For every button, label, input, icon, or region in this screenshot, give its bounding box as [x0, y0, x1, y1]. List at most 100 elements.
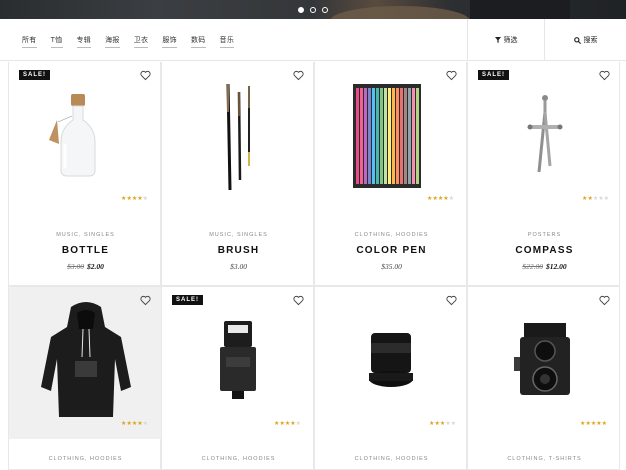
product-card[interactable]: SALE! ★★★★★ MUSIC, SINGLES BOTTLE $3.00 $… — [8, 62, 161, 286]
product-title[interactable]: COLOR PEN — [315, 245, 468, 256]
sale-badge: SALE! — [172, 295, 203, 305]
product-image[interactable] — [162, 287, 315, 439]
rating-stars: ★★★★★ — [580, 420, 607, 427]
tab-albums[interactable]: 专辑 — [70, 35, 99, 48]
filter-label: 筛选 — [503, 37, 518, 44]
tlr-camera-image — [514, 323, 570, 395]
slider-dots — [0, 0, 626, 19]
pencil-shape — [376, 88, 379, 184]
search-label: 搜索 — [583, 37, 598, 44]
product-image[interactable] — [315, 62, 468, 214]
heart-icon[interactable] — [140, 70, 151, 81]
slider-dot-2[interactable] — [310, 6, 316, 13]
slider-dot-3[interactable] — [322, 6, 328, 13]
rating-stars: ★★★★★ — [429, 420, 456, 427]
product-image[interactable] — [315, 287, 468, 439]
product-card[interactable]: SALE! ★★★★★ CLOTHING, HOODIES — [161, 286, 314, 470]
slider-dot-1[interactable] — [298, 6, 304, 13]
regular-price: $35.00 — [381, 262, 402, 271]
product-category[interactable]: CLOTHING, T-SHIRTS — [468, 456, 621, 462]
filter-bar: 所有 T恤 专辑 海报 卫衣 服饰 数码 音乐 筛选 搜索 — [0, 19, 626, 61]
pencil-shape — [364, 88, 367, 184]
product-card[interactable]: ★★★★★ CLOTHING, HOODIES COLOR PEN $35.00 — [314, 62, 467, 286]
search-icon — [573, 36, 581, 44]
heart-icon[interactable] — [446, 295, 457, 306]
search-button[interactable]: 搜索 — [544, 19, 626, 61]
product-image[interactable] — [468, 287, 621, 439]
star-icon: ★ — [142, 196, 148, 202]
product-image[interactable] — [9, 287, 162, 439]
tab-all[interactable]: 所有 — [22, 35, 44, 48]
tab-digital[interactable]: 数码 — [184, 35, 213, 48]
pencil-shape — [404, 88, 407, 184]
pencil-shape — [408, 88, 411, 184]
product-category[interactable]: CLOTHING, HOODIES — [162, 456, 315, 462]
heart-icon[interactable] — [446, 70, 457, 81]
pencil-shape — [360, 88, 363, 184]
product-category[interactable]: MUSIC, SINGLES — [9, 232, 162, 238]
filter-icon — [494, 37, 501, 43]
product-price: $3.00 $2.00 — [9, 262, 162, 271]
product-category[interactable]: CLOTHING, HOODIES — [9, 456, 162, 462]
brush-image — [226, 83, 250, 191]
rating-stars: ★★★★★ — [582, 195, 609, 202]
rating-stars: ★★★★★ — [121, 420, 148, 427]
camera-flash-image — [220, 321, 256, 399]
star-icon: ★ — [450, 421, 456, 427]
compass-image — [527, 95, 563, 173]
star-icon: ★ — [295, 421, 301, 427]
product-card[interactable]: ★★★★★ CLOTHING, HOODIES — [8, 286, 162, 470]
sale-price: $12.00 — [546, 262, 567, 271]
product-category[interactable]: MUSIC, SINGLES — [162, 232, 315, 238]
hero-banner — [0, 0, 626, 19]
regular-price: $3.00 — [230, 262, 247, 271]
product-card[interactable]: ★★★★★ CLOTHING, HOODIES — [314, 286, 467, 470]
pencil-shape — [392, 88, 395, 184]
pencil-shape — [412, 88, 415, 184]
product-category[interactable]: CLOTHING, HOODIES — [315, 456, 468, 462]
product-image[interactable] — [9, 62, 162, 214]
heart-icon[interactable] — [293, 70, 304, 81]
product-card[interactable]: ★★★★★ CLOTHING, T-SHIRTS — [467, 286, 620, 470]
rating-stars: ★★★★★ — [427, 195, 454, 202]
tab-posters[interactable]: 海报 — [98, 35, 127, 48]
filter-button[interactable]: 筛选 — [467, 19, 544, 61]
product-title[interactable]: BOTTLE — [9, 245, 162, 256]
pencil-shape — [388, 88, 391, 184]
product-title[interactable]: BRUSH — [162, 245, 315, 256]
heart-icon[interactable] — [293, 295, 304, 306]
bottle-image — [49, 94, 96, 177]
tab-music[interactable]: 音乐 — [213, 35, 242, 48]
rating-stars: ★★★★★ — [121, 195, 148, 202]
heart-icon[interactable] — [599, 295, 610, 306]
tab-tshirt[interactable]: T恤 — [44, 35, 70, 48]
star-icon: ★ — [448, 196, 454, 202]
category-tabs: 所有 T恤 专辑 海报 卫衣 服饰 数码 音乐 — [0, 19, 467, 60]
tab-hoodies[interactable]: 卫衣 — [127, 35, 156, 48]
product-image[interactable] — [162, 62, 315, 214]
pencil-shape — [380, 88, 383, 184]
product-category[interactable]: POSTERS — [468, 232, 621, 238]
sale-price: $2.00 — [87, 262, 104, 271]
pencil-shape — [368, 88, 371, 184]
sale-badge: SALE! — [478, 70, 509, 80]
hoodie-image — [41, 302, 131, 417]
heart-icon[interactable] — [140, 295, 151, 306]
pencil-shape — [400, 88, 403, 184]
product-price: $35.00 — [315, 262, 468, 271]
product-category[interactable]: CLOTHING, HOODIES — [315, 232, 468, 238]
product-image[interactable] — [468, 62, 621, 214]
product-card[interactable]: SALE! ★★★★★ POSTERS COMPASS $22.00 $12.00 — [467, 62, 620, 286]
tab-clothing[interactable]: 服饰 — [155, 35, 184, 48]
pencil-shape — [396, 88, 399, 184]
heart-icon[interactable] — [599, 70, 610, 81]
product-price: $3.00 — [162, 262, 315, 271]
rating-stars: ★★★★★ — [274, 420, 301, 427]
star-icon: ★ — [601, 421, 607, 427]
pencil-shape — [372, 88, 375, 184]
product-title[interactable]: COMPASS — [468, 245, 621, 256]
camera-lens-image — [369, 333, 413, 387]
pencil-shape — [384, 88, 387, 184]
product-price: $22.00 $12.00 — [468, 262, 621, 271]
product-card[interactable]: MUSIC, SINGLES BRUSH $3.00 — [161, 62, 314, 286]
